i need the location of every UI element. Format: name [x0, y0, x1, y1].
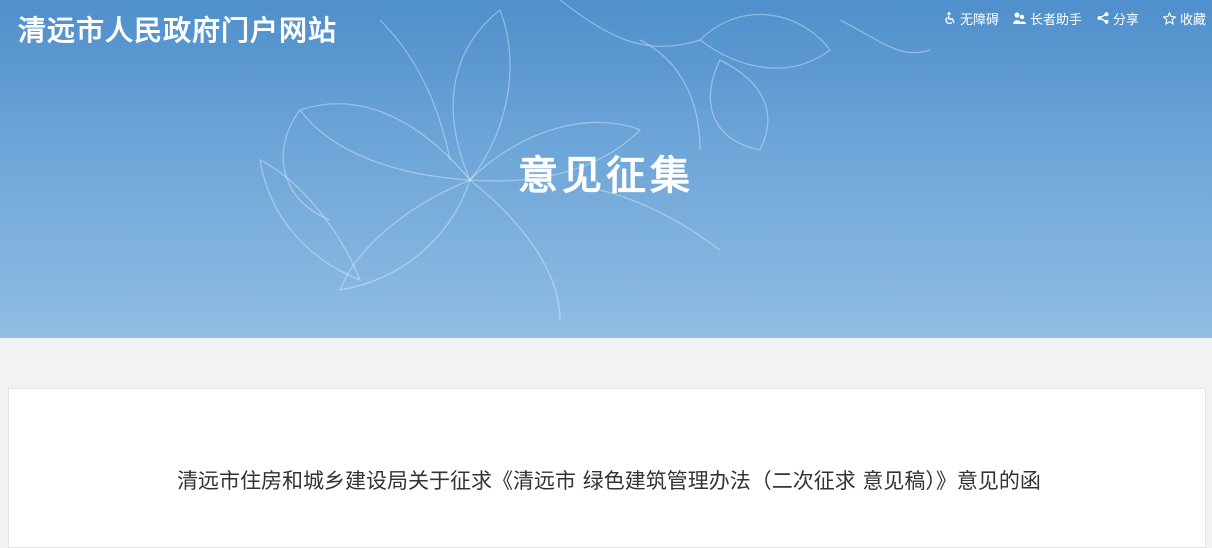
page-heading: 意见征集 [518, 153, 694, 199]
share-button[interactable]: 分享 [1096, 9, 1139, 28]
star-icon [1163, 11, 1177, 25]
article-card: 清远市住房和城乡建设局关于征求《清远市 绿色建筑管理办法（二次征求 意见稿）》意… [8, 388, 1206, 548]
favorite-label: 收藏 [1179, 12, 1206, 28]
favorite-button[interactable]: 收藏 [1163, 9, 1206, 28]
header-toolbar: 无障碍 长者助手 分享 收藏 [943, 8, 1206, 28]
accessibility-label: 无障碍 [959, 12, 999, 28]
share-label: 分享 [1112, 12, 1139, 28]
elder-assist-button[interactable]: 长者助手 [1013, 9, 1082, 28]
wheelchair-icon [943, 11, 957, 25]
site-title[interactable]: 清远市人民政府门户网站 [18, 12, 337, 50]
header-banner: 清远市人民政府门户网站 无障碍 长者助手 分享 收藏 意见征集 [0, 0, 1212, 338]
elder-assist-label: 长者助手 [1029, 12, 1082, 28]
article-title: 清远市住房和城乡建设局关于征求《清远市 绿色建筑管理办法（二次征求 意见稿）》意… [177, 469, 1041, 493]
share-icon [1096, 11, 1110, 25]
accessibility-button[interactable]: 无障碍 [943, 9, 999, 28]
elder-assist-icon [1013, 11, 1027, 25]
